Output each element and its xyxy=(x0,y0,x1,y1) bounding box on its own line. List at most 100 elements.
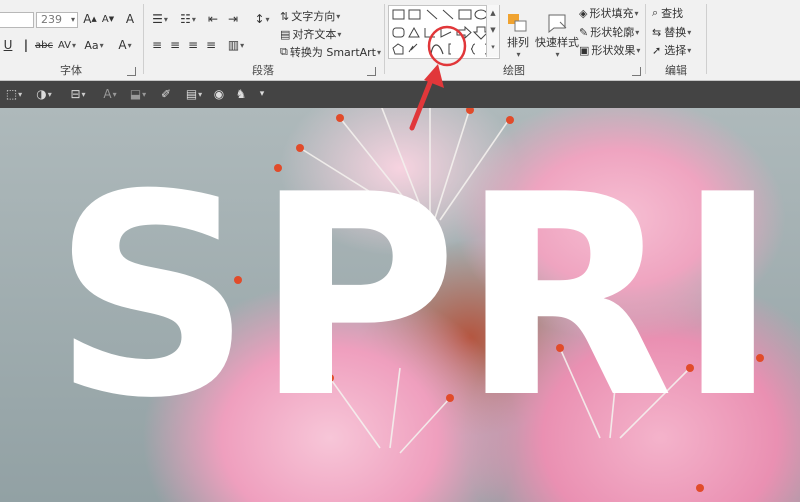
record-icon[interactable]: ◉ xyxy=(210,86,228,102)
scroll-up-icon[interactable]: ▲ xyxy=(487,5,499,22)
paragraph-group: ☰ ▾ ☷ ▾ ⇤ ⇥ ↕ ▾ ≡ ≡ ≡ ≡ ▥ ▾ ⇅ 文字方向 ▾ ▤ 对齐文本 ▾ ⧉ 转… xyxy=(144,0,382,80)
quick-styles-icon xyxy=(548,14,567,33)
rounded-rect-shape-icon xyxy=(392,27,405,38)
font-color-label: A xyxy=(118,38,127,52)
font-dialog-launcher[interactable] xyxy=(127,67,136,76)
quick-styles-button[interactable]: 快速样式 ▾ xyxy=(535,6,579,64)
replace-label: 替换 xyxy=(664,26,687,39)
slide-title-text[interactable]: SPRI xyxy=(52,158,781,436)
shape-effects-button[interactable]: ▣ 形状效果 ▾ xyxy=(579,42,640,58)
convert-smartart-button[interactable]: ⧉ 转换为 SmartArt ▾ xyxy=(280,44,381,60)
curved-connector-icon xyxy=(440,28,452,38)
curve-shape-icon xyxy=(430,44,444,55)
gallery-more-icon[interactable]: ▾ xyxy=(487,39,499,56)
convert-smartart-label: 转换为 SmartArt xyxy=(289,46,376,59)
scroll-down-icon[interactable]: ▼ xyxy=(487,22,499,39)
shapes-gallery-icons xyxy=(392,9,490,55)
right-arrow-shape-icon xyxy=(456,25,472,40)
shape-fill-button[interactable]: ◈ 形状填充 ▾ xyxy=(579,5,638,21)
customize-toolbar-icon[interactable]: ▾ xyxy=(256,86,268,102)
font-color-button[interactable]: A ▾ xyxy=(114,37,136,53)
divider xyxy=(706,4,707,74)
line-shape-icon xyxy=(426,9,438,20)
quick-styles-label: 快速样式 xyxy=(535,35,579,49)
align-text-label: 对齐文本 xyxy=(292,28,337,41)
vertical-textbox-shape-icon xyxy=(408,9,421,20)
text-direction-icon: ⇅ xyxy=(280,9,290,23)
clear-format-button[interactable]: A xyxy=(122,11,138,27)
slideshow-button[interactable]: ▤ ▾ xyxy=(180,86,208,102)
smartart-icon: ⧉ xyxy=(280,45,288,58)
shape-effects-label: 形状效果 xyxy=(591,44,636,57)
bullets-button[interactable]: ☰ ▾ xyxy=(148,11,172,27)
outline-button[interactable]: ⬓ ▾ xyxy=(126,86,150,102)
shrink-font-button[interactable]: A ▼ xyxy=(100,11,116,27)
find-button[interactable]: ⌕ 查找 xyxy=(652,5,683,21)
select-button[interactable]: ➚ 选择 ▾ xyxy=(652,42,691,58)
align-button[interactable]: ⊟ ▾ xyxy=(64,86,92,102)
chevron-down-icon: ▾ xyxy=(555,49,560,59)
replace-button[interactable]: ⇆ 替换 ▾ xyxy=(652,24,691,40)
font-group: 239 ▾ A ▲ A ▼ A U | abc AV ▾ Aa ▾ A ▾ 字体 xyxy=(0,0,142,80)
textbox-shape-icon xyxy=(392,9,405,20)
drawing-dialog-launcher[interactable] xyxy=(632,67,641,76)
shape-fill-label: 形状填充 xyxy=(589,7,634,20)
cursor-icon: ➚ xyxy=(652,43,662,57)
select-label: 选择 xyxy=(664,44,687,57)
shapes-button[interactable]: ◑ ▾ xyxy=(30,86,58,102)
bracket-shape-icon xyxy=(448,43,451,55)
shape-outline-button[interactable]: ✎ 形状轮廓 ▾ xyxy=(579,24,639,40)
elbow-connector-icon xyxy=(424,28,435,38)
editing-group-label: 编辑 xyxy=(665,64,687,77)
shapes-gallery[interactable] xyxy=(388,5,500,59)
chevron-down-icon: ▾ xyxy=(516,49,521,59)
replace-icon: ⇆ xyxy=(652,25,662,39)
text-direction-label: 文字方向 xyxy=(291,10,336,23)
grow-font-button[interactable]: A ▲ xyxy=(82,11,98,27)
triangle-shape-icon xyxy=(408,26,420,38)
align-center-icon[interactable]: ≡ xyxy=(168,37,182,53)
change-case-button[interactable]: Aa ▾ xyxy=(80,37,108,53)
numbering-button[interactable]: ☷ ▾ xyxy=(176,11,200,27)
paragraph-dialog-launcher[interactable] xyxy=(367,67,376,76)
align-text-button[interactable]: ▤ 对齐文本 ▾ xyxy=(280,26,341,42)
arrow-line-shape-icon xyxy=(442,9,454,20)
line-spacing-button[interactable]: ↕ ▾ xyxy=(250,11,274,27)
increase-indent-icon[interactable]: ⇥ xyxy=(224,11,242,27)
font-size-value: 239 xyxy=(41,13,62,26)
freeform-shape-icon xyxy=(392,43,404,55)
pencil-icon: ✎ xyxy=(579,25,589,39)
arrange-button[interactable]: 排列 ▾ xyxy=(501,6,535,64)
align-left-icon[interactable]: ≡ xyxy=(150,37,164,53)
font-name-box[interactable] xyxy=(0,12,34,28)
align-right-icon[interactable]: ≡ xyxy=(186,37,200,53)
clear-format-icon: A xyxy=(125,12,135,26)
char-spacing-button[interactable]: AV ▾ xyxy=(57,37,77,53)
quick-toolbar: ⬚ ▾ ◑ ▾ ⊟ ▾ A ▾ ⬓ ▾ ✐ ▤ ▾ ◉ ♞ ▾ xyxy=(0,81,800,108)
editing-group: ⌕ 查找 ⇆ 替换 ▾ ➚ 选择 ▾ 编辑 xyxy=(646,0,706,80)
shape-tool-button[interactable]: ⬚ ▾ xyxy=(2,86,26,102)
slide-canvas[interactable]: SPRI xyxy=(0,108,800,502)
change-case-label: Aa xyxy=(84,38,99,52)
presenter-icon[interactable]: ♞ xyxy=(232,86,250,102)
text-direction-button[interactable]: ⇅ 文字方向 ▾ xyxy=(280,8,340,24)
lightning-shape-icon xyxy=(408,43,418,53)
underline-button[interactable]: U xyxy=(2,37,14,53)
drawing-group: ▲ ▼ ▾ 排列 ▾ 快速样式 ▾ ◈ 形状填充 ▾ ✎ 形状轮廓 ▾ ▣ 形状效果 ▾ 绘… xyxy=(385,0,643,80)
gallery-scroll[interactable]: ▲ ▼ ▾ xyxy=(486,5,499,57)
shape-outline-label: 形状轮廓 xyxy=(590,26,635,39)
separator-bar: | xyxy=(23,38,29,52)
text-button[interactable]: A ▾ xyxy=(100,86,120,102)
effects-icon: ▣ xyxy=(579,43,590,57)
columns-button[interactable]: ▥ ▾ xyxy=(224,37,248,53)
format-painter-icon[interactable]: ✐ xyxy=(156,86,176,102)
drawing-group-label: 绘图 xyxy=(503,64,525,77)
abc-label: abc xyxy=(35,39,53,51)
font-size-box[interactable]: 239 ▾ xyxy=(36,12,78,28)
strikethrough-button[interactable]: abc xyxy=(34,37,54,53)
decrease-indent-icon[interactable]: ⇤ xyxy=(204,11,222,27)
rectangle-shape-icon xyxy=(458,9,472,20)
arrange-icon xyxy=(508,13,527,31)
ribbon: 239 ▾ A ▲ A ▼ A U | abc AV ▾ Aa ▾ A ▾ 字体 ☰ ▾ ☷… xyxy=(0,0,800,81)
justify-icon[interactable]: ≡ xyxy=(204,37,218,53)
